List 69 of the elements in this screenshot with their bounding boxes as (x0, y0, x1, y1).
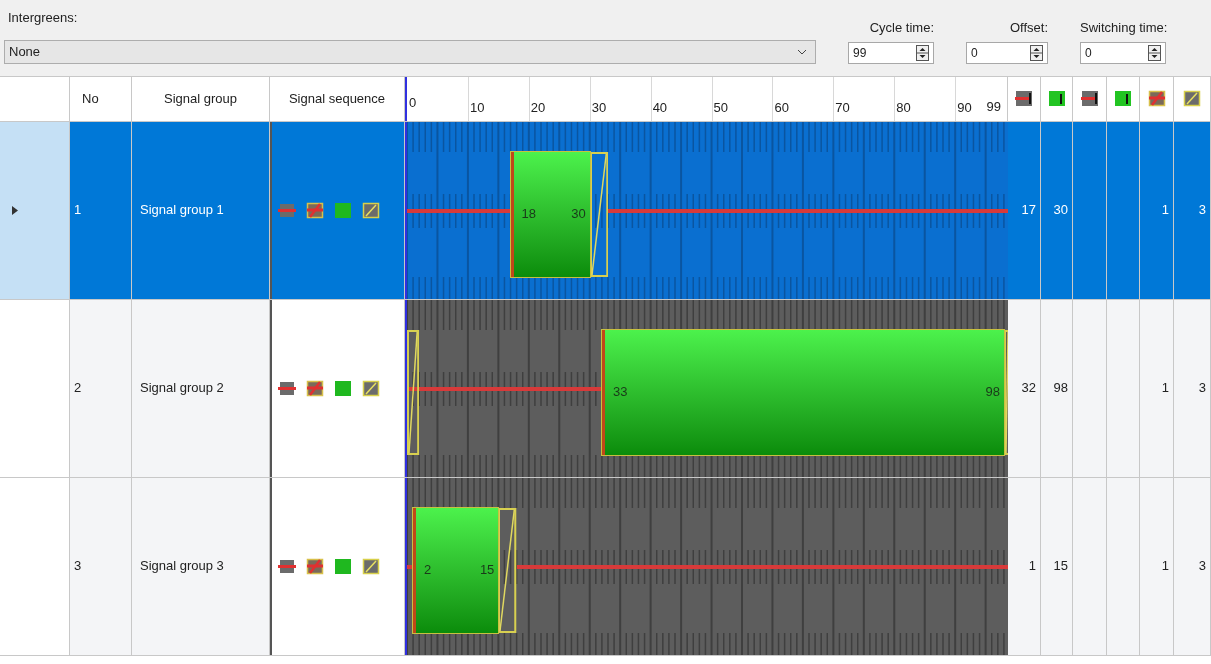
table-cell: 98 (1041, 299, 1073, 477)
table-cell: 32 (1008, 299, 1041, 477)
table-cell: 30 (1041, 121, 1073, 299)
table-cell-text: Signal group 2 (140, 379, 224, 398)
phase-end-label: 30 (571, 205, 586, 224)
phase-end-label: 15 (479, 561, 495, 580)
crossed-signal-icon (306, 200, 324, 220)
table-cell: 1 (1008, 477, 1041, 655)
table-cell: 3 (1174, 299, 1211, 477)
table-row[interactable]: 1 Signal group 1 18 30 17 30 1 3 (0, 121, 1211, 300)
time-tick-label: 70 (835, 98, 850, 117)
time-tick-label: 99 (986, 97, 1001, 116)
spinner-icon[interactable] (916, 44, 929, 61)
chevron-down-icon (797, 48, 807, 55)
phase-start-label: 33 (612, 383, 628, 402)
table-cell-text: 3 (74, 557, 82, 576)
table-cell: 3 (1174, 121, 1211, 299)
field-label: Switching time: (1080, 19, 1168, 37)
field-label: Offset: (1008, 19, 1048, 37)
table-cell: 17 (1008, 121, 1041, 299)
table-cell: 1 (1140, 477, 1174, 655)
table-cell: 1 (1140, 299, 1174, 477)
time-tick-label: 50 (713, 98, 728, 117)
diagonal-signal-icon (362, 200, 380, 220)
stop-end-icon (1080, 89, 1099, 108)
phase-start-label: 18 (521, 205, 536, 224)
time-tick-label: 90 (957, 98, 972, 117)
crossed-signal-icon (306, 378, 324, 398)
crossed-signal-icon (306, 556, 324, 576)
go-signal-icon (334, 200, 352, 220)
go-signal-icon (334, 378, 352, 398)
time-tick-label: 0 (409, 93, 417, 112)
intergreens-dropdown[interactable]: None (4, 39, 816, 64)
time-tick-label: 80 (896, 98, 911, 117)
go-end-icon (1047, 89, 1066, 108)
diagonal-signal-icon (362, 378, 380, 398)
time-tick-label: 30 (591, 98, 607, 117)
phase-end-label: 98 (985, 383, 1000, 402)
row-pointer-icon (12, 205, 18, 215)
field-label: Intergreens: (7, 9, 79, 27)
time-tick-label: 20 (530, 98, 546, 117)
table-cell-text: Signal group 1 (140, 201, 224, 220)
spinner-icon[interactable] (1148, 44, 1161, 61)
time-tick-label: 40 (652, 98, 668, 117)
diagonal-signal-icon (1183, 89, 1201, 108)
table-cell: 1 (1140, 121, 1174, 299)
go-signal-icon (334, 556, 352, 576)
phase-start-label: 2 (424, 561, 432, 580)
crossed-signal-icon (1147, 89, 1166, 108)
number-field[interactable]: 99 (848, 41, 934, 64)
table-cell-text: 1 (74, 201, 82, 220)
stop-end-icon (1015, 89, 1033, 108)
number-field[interactable]: 0 (1080, 41, 1166, 64)
diagonal-signal-icon (362, 556, 380, 576)
time-tick-label: 10 (469, 98, 485, 117)
table-cell: 15 (1041, 477, 1073, 655)
number-field[interactable]: 0 (966, 41, 1048, 64)
go-end-icon (1114, 89, 1132, 108)
field-label: Cycle time: (868, 19, 934, 37)
column-header: Signal sequence (288, 89, 386, 108)
table-cell-text: 2 (74, 379, 82, 398)
table-cell-text: Signal group 3 (140, 557, 224, 576)
spinner-icon[interactable] (1030, 44, 1043, 61)
time-tick-label: 60 (774, 98, 789, 117)
column-header: No (82, 89, 99, 108)
table-row[interactable]: 2 Signal group 2 33 98 32 98 1 3 (0, 299, 1211, 478)
column-header: Signal group (164, 89, 237, 108)
table-row[interactable]: 3 Signal group 3 2 15 1 15 1 3 (0, 477, 1211, 656)
table-cell: 3 (1174, 477, 1211, 655)
